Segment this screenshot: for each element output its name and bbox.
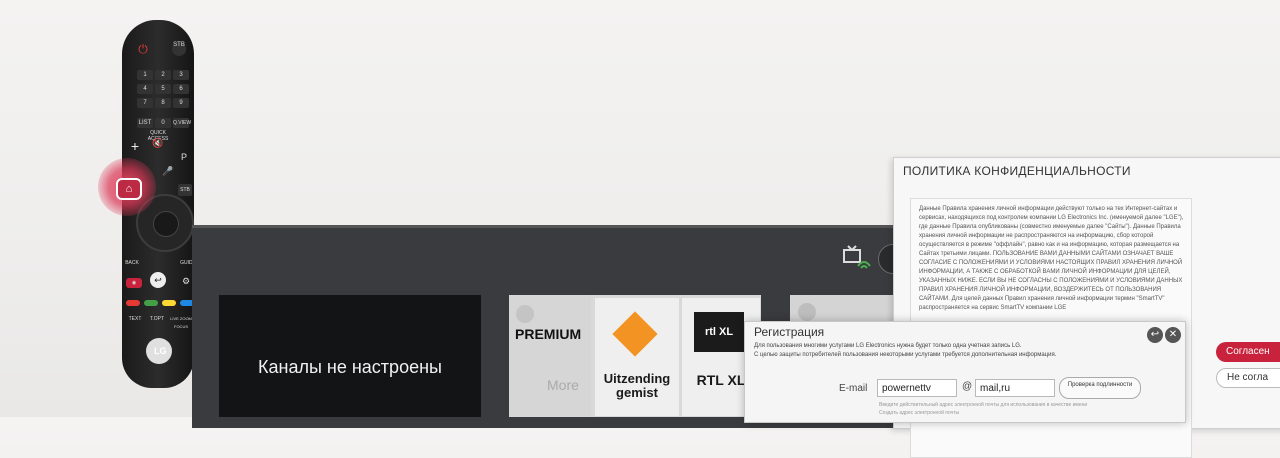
at-sign: @	[962, 381, 973, 392]
qview-button[interactable]: Q.VIEW	[173, 118, 191, 128]
recent-button[interactable]: ◉	[126, 278, 142, 288]
topt-button[interactable]: T.OPT	[148, 316, 166, 322]
exit-icon[interactable]: ↩	[150, 272, 166, 288]
back-icon[interactable]: ↩	[1147, 327, 1163, 343]
premium-label: PREMIUM	[515, 326, 582, 342]
num-7-button[interactable]: 7	[137, 98, 153, 108]
close-icon[interactable]: ✕	[1165, 327, 1181, 343]
email-field[interactable]: powernettv	[877, 379, 957, 397]
premium-icon	[516, 305, 534, 323]
ok-button[interactable]	[153, 211, 179, 237]
agree-button[interactable]: Согласен	[1216, 342, 1280, 362]
registration-dialog: Регистрация ↩ ✕ Для пользования многими …	[744, 321, 1186, 423]
stb-label: STB	[173, 42, 185, 48]
num-9-button[interactable]: 9	[173, 98, 189, 108]
verify-button[interactable]: Проверка подлинности	[1059, 377, 1141, 399]
rtl-xl-icon: rtl XL	[694, 312, 744, 352]
red-button[interactable]	[126, 300, 140, 306]
num-0-button[interactable]: 0	[155, 118, 171, 128]
app-uitzending-gemist[interactable]: Uitzending gemist	[595, 298, 679, 416]
livezoom-button[interactable]: LIVE ZOOM	[170, 316, 192, 321]
num-2-button[interactable]: 2	[155, 70, 171, 80]
mic-icon[interactable]: 🎤	[162, 166, 174, 177]
email-hint: Введите действительный адрес электронной…	[879, 402, 1088, 408]
focus-label: FOCUS	[174, 324, 188, 329]
live-tv-panel[interactable]: Каналы не настроены	[219, 295, 481, 417]
volume-up-icon[interactable]: +	[128, 138, 142, 154]
privacy-title: ПОЛИТИКА КОНФИДЕНЦИАЛЬНОСТИ	[903, 164, 1131, 178]
privacy-text: Данные Правила хранения личной информаци…	[919, 206, 1184, 311]
mute-icon[interactable]: 🔇	[152, 138, 164, 149]
num-4-button[interactable]: 4	[137, 84, 153, 94]
yellow-button[interactable]	[162, 300, 176, 306]
tv-network-icon	[842, 244, 872, 270]
list-button[interactable]: LIST	[137, 118, 153, 128]
power-icon[interactable]: ⏻	[136, 42, 150, 56]
num-5-button[interactable]: 5	[155, 84, 171, 94]
registration-title: Регистрация	[754, 325, 825, 339]
num-6-button[interactable]: 6	[173, 84, 189, 94]
text-button[interactable]: TEXT	[126, 316, 144, 322]
num-3-button[interactable]: 3	[173, 70, 189, 80]
email-domain-field[interactable]: mail,ru	[975, 379, 1055, 397]
stb-power-button[interactable]: STB	[172, 42, 186, 56]
email-label: E-mail	[839, 383, 868, 394]
stb-menu-button[interactable]: STB	[178, 184, 192, 196]
more-label[interactable]: More	[547, 377, 579, 393]
green-button[interactable]	[144, 300, 158, 306]
registration-info-1: Для пользования многими услугами LG Elec…	[754, 343, 1022, 349]
num-1-button[interactable]: 1	[137, 70, 153, 80]
no-channels-message: Каналы не настроены	[258, 357, 442, 377]
disagree-button[interactable]: Не согла	[1216, 368, 1280, 388]
channel-label: P	[180, 152, 187, 162]
app-icon	[798, 303, 816, 321]
app-premium[interactable]: PREMIUM More	[509, 295, 591, 417]
home-icon[interactable]: ⌂	[116, 178, 142, 200]
num-8-button[interactable]: 8	[155, 98, 171, 108]
back-button[interactable]: BACK	[122, 260, 142, 266]
settings-icon[interactable]: ⚙	[180, 276, 192, 287]
uitzending-label: Uitzending gemist	[603, 371, 671, 400]
registration-info-2: С целью защиты потребителей пользования …	[754, 352, 1057, 358]
uitzending-icon	[612, 311, 658, 357]
create-email-link[interactable]: Создать адрес электронной почты	[879, 410, 959, 416]
lg-brand-label: LG	[154, 346, 167, 356]
